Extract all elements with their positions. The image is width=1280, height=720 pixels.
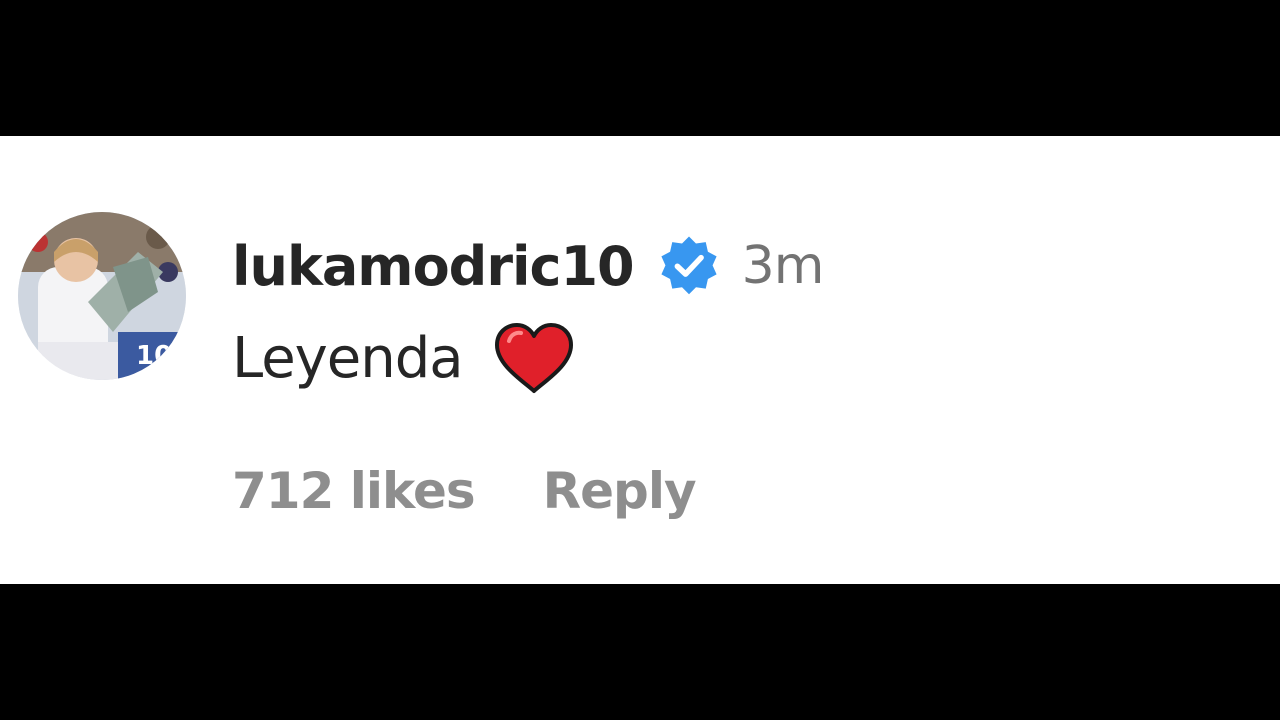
- svg-text:10: 10: [136, 341, 172, 371]
- comment-body: Leyenda: [232, 316, 575, 400]
- comment-actions: 712 likes Reply: [232, 456, 697, 526]
- comment-text: Leyenda: [232, 325, 464, 391]
- avatar-photo-icon: 10: [18, 212, 186, 380]
- letterbox-bottom: [0, 584, 1280, 720]
- reply-button[interactable]: Reply: [543, 462, 697, 520]
- comment-header: lukamodric10 3m: [232, 228, 825, 304]
- red-heart-emoji-icon: [493, 321, 575, 395]
- letterbox-top: [0, 0, 1280, 136]
- verified-badge-icon: [658, 235, 720, 297]
- user-avatar[interactable]: 10: [18, 212, 186, 380]
- username-link[interactable]: lukamodric10: [232, 235, 635, 298]
- comment-card: 10 lukamodric10 3m Leyenda 712 likes Rep…: [0, 136, 1280, 584]
- likes-count[interactable]: 712 likes: [232, 462, 476, 520]
- comment-timestamp: 3m: [741, 236, 825, 296]
